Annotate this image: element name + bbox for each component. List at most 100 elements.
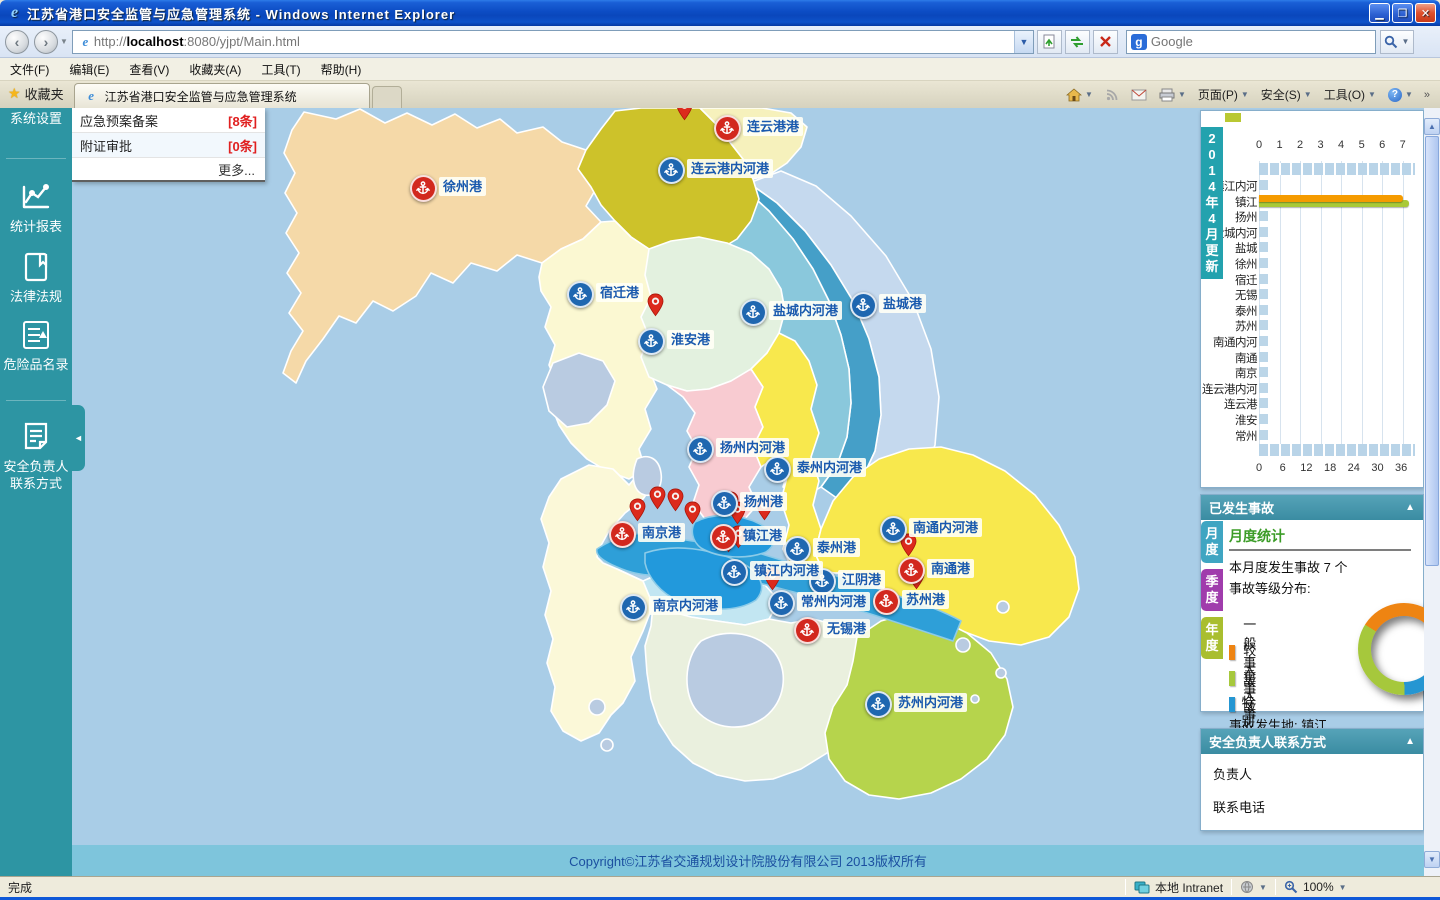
accident-tab-月度[interactable]: 月度	[1201, 521, 1223, 563]
feeds-button[interactable]	[1100, 86, 1124, 104]
chevron-down-icon[interactable]: ▼	[1241, 90, 1249, 99]
compatibility-button[interactable]	[1036, 29, 1062, 54]
port-label-镇江港[interactable]: 镇江港	[739, 526, 787, 545]
port-marker-盐城港[interactable]	[849, 291, 877, 319]
port-label-泰州港[interactable]: 泰州港	[813, 538, 861, 557]
menu-item-1[interactable]: 编辑(E)	[59, 58, 119, 81]
port-label-连云港港[interactable]: 连云港港	[743, 117, 804, 136]
port-marker-南通内河港[interactable]	[879, 515, 907, 543]
help-button[interactable]: ? ▼	[1383, 86, 1418, 104]
protection-dropdown-icon[interactable]: ▼	[1259, 883, 1267, 892]
menu-item-2[interactable]: 查看(V)	[119, 58, 179, 81]
command-button-1[interactable]: 安全(S) ▼	[1256, 84, 1317, 105]
event-pin-0[interactable]	[675, 108, 694, 126]
port-marker-扬州港[interactable]	[710, 489, 738, 517]
home-button[interactable]: ▼	[1061, 86, 1098, 104]
contact-panel-header[interactable]: 安全负责人联系方式 ▲	[1201, 729, 1423, 754]
stop-button[interactable]	[1092, 29, 1118, 54]
zoom-control[interactable]: 100% ▼	[1276, 877, 1355, 897]
command-button-2[interactable]: 工具(O) ▼	[1319, 84, 1381, 105]
more-link[interactable]: 更多...	[72, 158, 265, 180]
port-marker-常州内河港[interactable]	[767, 589, 795, 617]
menu-item-5[interactable]: 帮助(H)	[311, 58, 372, 81]
chevron-down-icon[interactable]: ▼	[1304, 90, 1312, 99]
home-dropdown-icon[interactable]: ▼	[1085, 90, 1093, 99]
search-go-button[interactable]: ▼	[1379, 29, 1414, 54]
print-dropdown-icon[interactable]: ▼	[1178, 90, 1186, 99]
accident-tab-年度[interactable]: 年度	[1201, 617, 1223, 659]
print-button[interactable]: ▼	[1154, 86, 1191, 104]
quick-panel-row[interactable]: 附证审批 [0条]	[72, 133, 265, 158]
forward-button[interactable]: ›	[34, 29, 58, 54]
zoom-dropdown-icon[interactable]: ▼	[1339, 883, 1347, 892]
new-tab-button[interactable]	[371, 86, 402, 108]
port-label-江阴港[interactable]: 江阴港	[838, 570, 886, 589]
scroll-down-icon[interactable]: ▼	[1424, 851, 1440, 868]
scroll-up-icon[interactable]: ▲	[1424, 118, 1440, 135]
sidebar-collapse-button[interactable]: ◄	[72, 405, 85, 471]
protected-mode-button[interactable]: ▼	[1232, 877, 1275, 897]
address-dropdown-icon[interactable]: ▼	[1013, 30, 1033, 53]
port-label-南通港[interactable]: 南通港	[927, 559, 975, 578]
command-button-0[interactable]: 页面(P) ▼	[1193, 84, 1254, 105]
chevron-down-icon[interactable]: ▼	[1368, 90, 1376, 99]
sidebar-item-4[interactable]: 安全负责人 联系方式	[0, 420, 72, 492]
refresh-button[interactable]	[1064, 29, 1090, 54]
port-marker-泰州内河港[interactable]	[763, 455, 791, 483]
port-label-淮安港[interactable]: 淮安港	[667, 330, 715, 349]
quick-panel-row[interactable]: 应急预案备案 [8条]	[72, 108, 265, 133]
port-label-常州内河港[interactable]: 常州内河港	[797, 592, 871, 611]
collapse-icon[interactable]: ▲	[1405, 736, 1415, 747]
read-mail-button[interactable]	[1126, 87, 1152, 103]
port-marker-南京港[interactable]	[608, 520, 636, 548]
favorites-button[interactable]: ★ 收藏夹	[0, 84, 74, 108]
event-pin-1[interactable]	[646, 293, 665, 322]
sidebar-item-3[interactable]: 危险品名录	[0, 318, 72, 373]
port-marker-泰州港[interactable]	[783, 535, 811, 563]
port-marker-南京内河港[interactable]	[619, 593, 647, 621]
port-marker-镇江内河港[interactable]	[720, 558, 748, 586]
port-label-镇江内河港[interactable]: 镇江内河港	[750, 561, 824, 580]
port-label-苏州港[interactable]: 苏州港	[902, 590, 950, 609]
web-search-box[interactable]: g	[1125, 29, 1376, 54]
port-label-南通内河港[interactable]: 南通内河港	[909, 518, 983, 537]
map-canvas[interactable]: 应急预案备案 [8条] 附证审批 [0条] 更多... 连云港港连云港内河港徐州港宿迁港…	[72, 108, 1424, 876]
port-marker-镇江港[interactable]	[709, 523, 737, 551]
port-marker-盐城内河港[interactable]	[739, 298, 767, 326]
sidebar-item-0[interactable]: 系统设置	[0, 110, 72, 127]
close-button[interactable]: ✕	[1415, 3, 1436, 23]
minimize-button[interactable]: ▁	[1369, 3, 1390, 23]
address-input[interactable]: e http://localhost:8080/yjpt/Main.html ▼	[71, 29, 1034, 54]
accident-panel-header[interactable]: 已发生事故 ▲	[1201, 495, 1423, 520]
scrollbar-thumb[interactable]	[1425, 136, 1439, 566]
port-marker-苏州内河港[interactable]	[864, 690, 892, 718]
port-label-南京港[interactable]: 南京港	[638, 523, 686, 542]
port-label-泰州内河港[interactable]: 泰州内河港	[793, 458, 867, 477]
port-label-扬州内河港[interactable]: 扬州内河港	[716, 438, 790, 457]
toolbar-overflow-icon[interactable]: »	[1420, 89, 1434, 101]
port-label-盐城内河港[interactable]: 盐城内河港	[769, 301, 843, 320]
menu-item-0[interactable]: 文件(F)	[0, 58, 59, 81]
help-dropdown-icon[interactable]: ▼	[1405, 90, 1413, 99]
collapse-icon[interactable]: ▲	[1405, 502, 1415, 513]
port-marker-淮安港[interactable]	[637, 327, 665, 355]
event-pin-2[interactable]	[648, 486, 667, 515]
history-dropdown-icon[interactable]: ▼	[60, 37, 68, 46]
port-label-盐城港[interactable]: 盐城港	[879, 294, 927, 313]
restore-button[interactable]: ❐	[1392, 3, 1413, 23]
port-label-徐州港[interactable]: 徐州港	[439, 177, 487, 196]
sidebar-item-2[interactable]: 法律法规	[0, 250, 72, 305]
port-label-宿迁港[interactable]: 宿迁港	[596, 283, 644, 302]
menu-item-4[interactable]: 工具(T)	[251, 58, 310, 81]
port-label-无锡港[interactable]: 无锡港	[823, 619, 871, 638]
port-label-苏州内河港[interactable]: 苏州内河港	[894, 693, 968, 712]
port-marker-南通港[interactable]	[897, 556, 925, 584]
back-button[interactable]: ‹	[5, 29, 29, 54]
sidebar-item-1[interactable]: 统计报表	[0, 180, 72, 235]
port-marker-徐州港[interactable]	[409, 174, 437, 202]
search-dropdown-icon[interactable]: ▼	[1401, 37, 1409, 46]
port-label-连云港内河港[interactable]: 连云港内河港	[687, 159, 774, 178]
port-marker-苏州港[interactable]	[872, 587, 900, 615]
port-label-扬州港[interactable]: 扬州港	[740, 492, 788, 511]
port-label-南京内河港[interactable]: 南京内河港	[649, 596, 723, 615]
